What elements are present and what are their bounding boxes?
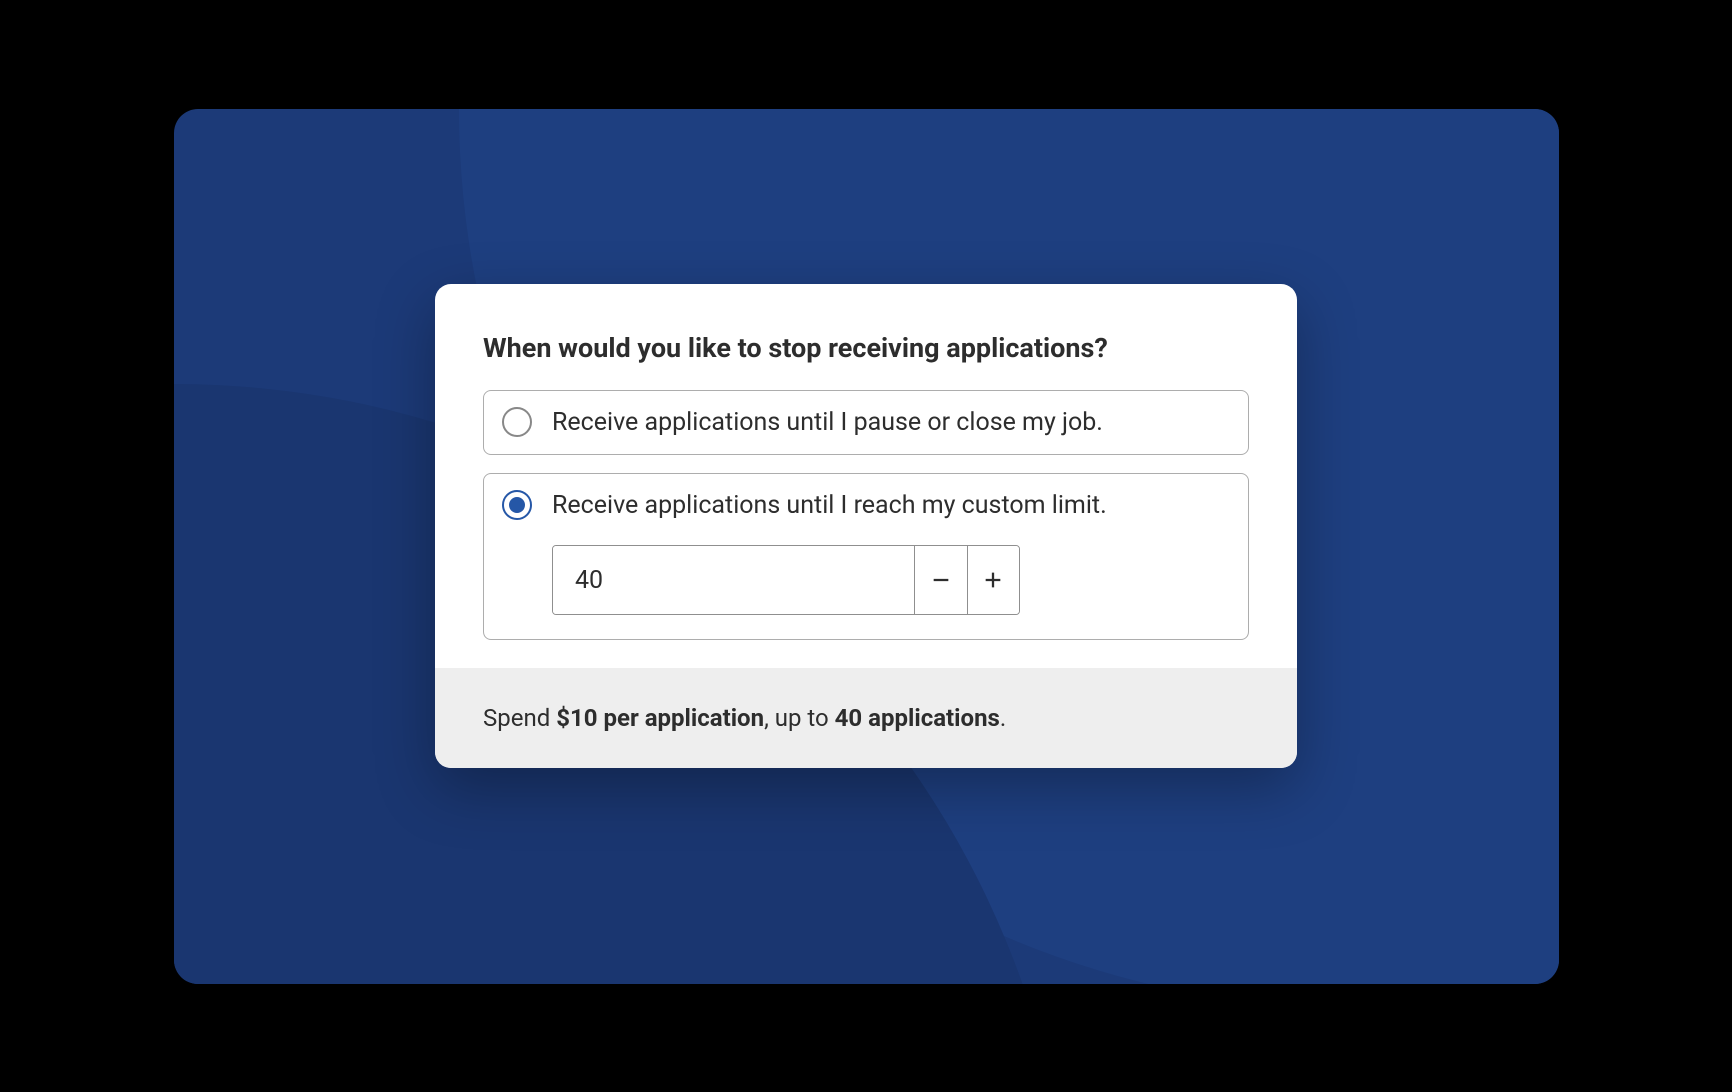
card-footer: Spend $10 per application, up to 40 appl… bbox=[435, 668, 1297, 768]
quantity-stepper bbox=[552, 545, 1020, 615]
application-limit-card: When would you like to stop receiving ap… bbox=[435, 284, 1297, 768]
summary-mid: , up to bbox=[764, 704, 835, 732]
plus-icon bbox=[982, 569, 1004, 591]
option-pause-close[interactable]: Receive applications until I pause or cl… bbox=[483, 390, 1249, 455]
summary-suffix: . bbox=[1000, 704, 1006, 732]
card-heading: When would you like to stop receiving ap… bbox=[483, 332, 1249, 364]
summary-prefix: Spend bbox=[483, 704, 556, 732]
increment-button[interactable] bbox=[967, 546, 1020, 614]
option-content: Receive applications until I pause or cl… bbox=[552, 405, 1230, 440]
spend-summary: Spend $10 per application, up to 40 appl… bbox=[483, 704, 1249, 732]
decrement-button[interactable] bbox=[914, 546, 967, 614]
radio-custom-limit[interactable] bbox=[502, 490, 532, 520]
option-content: Receive applications until I reach my cu… bbox=[552, 488, 1230, 615]
backdrop: When would you like to stop receiving ap… bbox=[174, 109, 1559, 984]
radio-pause-close[interactable] bbox=[502, 407, 532, 437]
option-label-pause-close: Receive applications until I pause or cl… bbox=[552, 405, 1230, 440]
card-body: When would you like to stop receiving ap… bbox=[435, 284, 1297, 668]
option-label-custom-limit: Receive applications until I reach my cu… bbox=[552, 488, 1230, 523]
summary-limit: 40 applications bbox=[835, 704, 1000, 732]
option-custom-limit[interactable]: Receive applications until I reach my cu… bbox=[483, 473, 1249, 640]
limit-input[interactable] bbox=[553, 546, 914, 614]
summary-price: $10 per application bbox=[556, 704, 764, 732]
minus-icon bbox=[930, 569, 952, 591]
